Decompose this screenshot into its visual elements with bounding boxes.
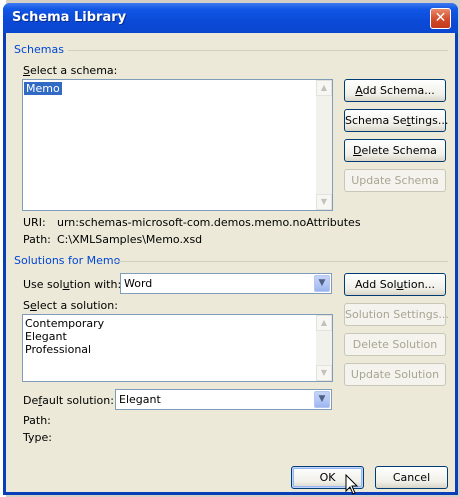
default-solution-label: Default solution: [23, 394, 114, 407]
select-solution-label: Select a solution: [23, 299, 118, 312]
solution-settings-button[interactable]: Solution Settings... [344, 303, 449, 326]
scroll-up-icon[interactable]: ▲ [316, 315, 332, 331]
window-title: Schema Library [12, 10, 127, 25]
title-bar[interactable]: Schema Library ✕ [3, 3, 458, 33]
use-solution-with-dropdown[interactable]: Word ▼ [120, 273, 332, 294]
update-solution-button[interactable]: Update Solution [344, 363, 446, 386]
uri-value: urn:schemas-microsoft-com.demos.memo.noA… [57, 216, 361, 229]
cancel-button[interactable]: Cancel [375, 466, 448, 489]
schema-library-dialog: Schema Library ✕ Schemas Select a schema… [3, 3, 458, 495]
schemas-group-label: Schemas [14, 43, 64, 56]
use-solution-with-value: Word [124, 277, 153, 290]
use-solution-with-label: Use solution with: [23, 278, 122, 291]
uri-label: URI: [23, 216, 46, 229]
scroll-up-icon[interactable]: ▲ [316, 80, 332, 96]
scroll-down-icon[interactable]: ▼ [316, 365, 332, 381]
mouse-pointer-icon [345, 474, 359, 495]
solutions-group-label: Solutions for Memo [14, 254, 121, 267]
solution-list-item[interactable]: Contemporary [25, 317, 104, 330]
chevron-down-icon[interactable]: ▼ [314, 391, 330, 408]
solution-list-item[interactable]: Professional [25, 343, 91, 356]
default-solution-value: Elegant [119, 393, 161, 406]
delete-solution-button[interactable]: Delete Solution [344, 333, 446, 356]
add-solution-button[interactable]: Add Solution... [344, 273, 446, 296]
add-schema-button[interactable]: Add Schema... [344, 79, 446, 102]
scroll-down-icon[interactable]: ▼ [316, 194, 332, 210]
update-schema-button[interactable]: Update Schema [344, 169, 446, 192]
dialog-body: Schemas Select a schema: Memo ▲ ▼ Add Sc… [6, 33, 455, 492]
solution-type-label: Type: [23, 431, 52, 444]
schema-list-scrollbar[interactable]: ▲ ▼ [316, 80, 332, 210]
select-schema-label: Select a schema: [23, 64, 118, 77]
close-icon[interactable]: ✕ [430, 8, 451, 29]
path-label: Path: [23, 233, 51, 246]
default-solution-dropdown[interactable]: Elegant ▼ [115, 389, 332, 410]
solution-path-label: Path: [23, 414, 51, 427]
delete-schema-button[interactable]: Delete Schema [344, 139, 446, 162]
schema-settings-button[interactable]: Schema Settings... [344, 109, 448, 132]
solutions-group-divider [114, 261, 448, 262]
solution-list-item[interactable]: Elegant [25, 330, 67, 343]
chevron-down-icon[interactable]: ▼ [314, 275, 330, 292]
schemas-group-divider [68, 50, 448, 51]
solution-list[interactable]: Contemporary Elegant Professional ▲ ▼ [22, 314, 333, 382]
schema-list[interactable]: Memo ▲ ▼ [22, 79, 333, 211]
solution-list-scrollbar[interactable]: ▲ ▼ [316, 315, 332, 381]
path-value: C:\XMLSamples\Memo.xsd [57, 233, 203, 246]
schema-list-item[interactable]: Memo [24, 82, 62, 95]
